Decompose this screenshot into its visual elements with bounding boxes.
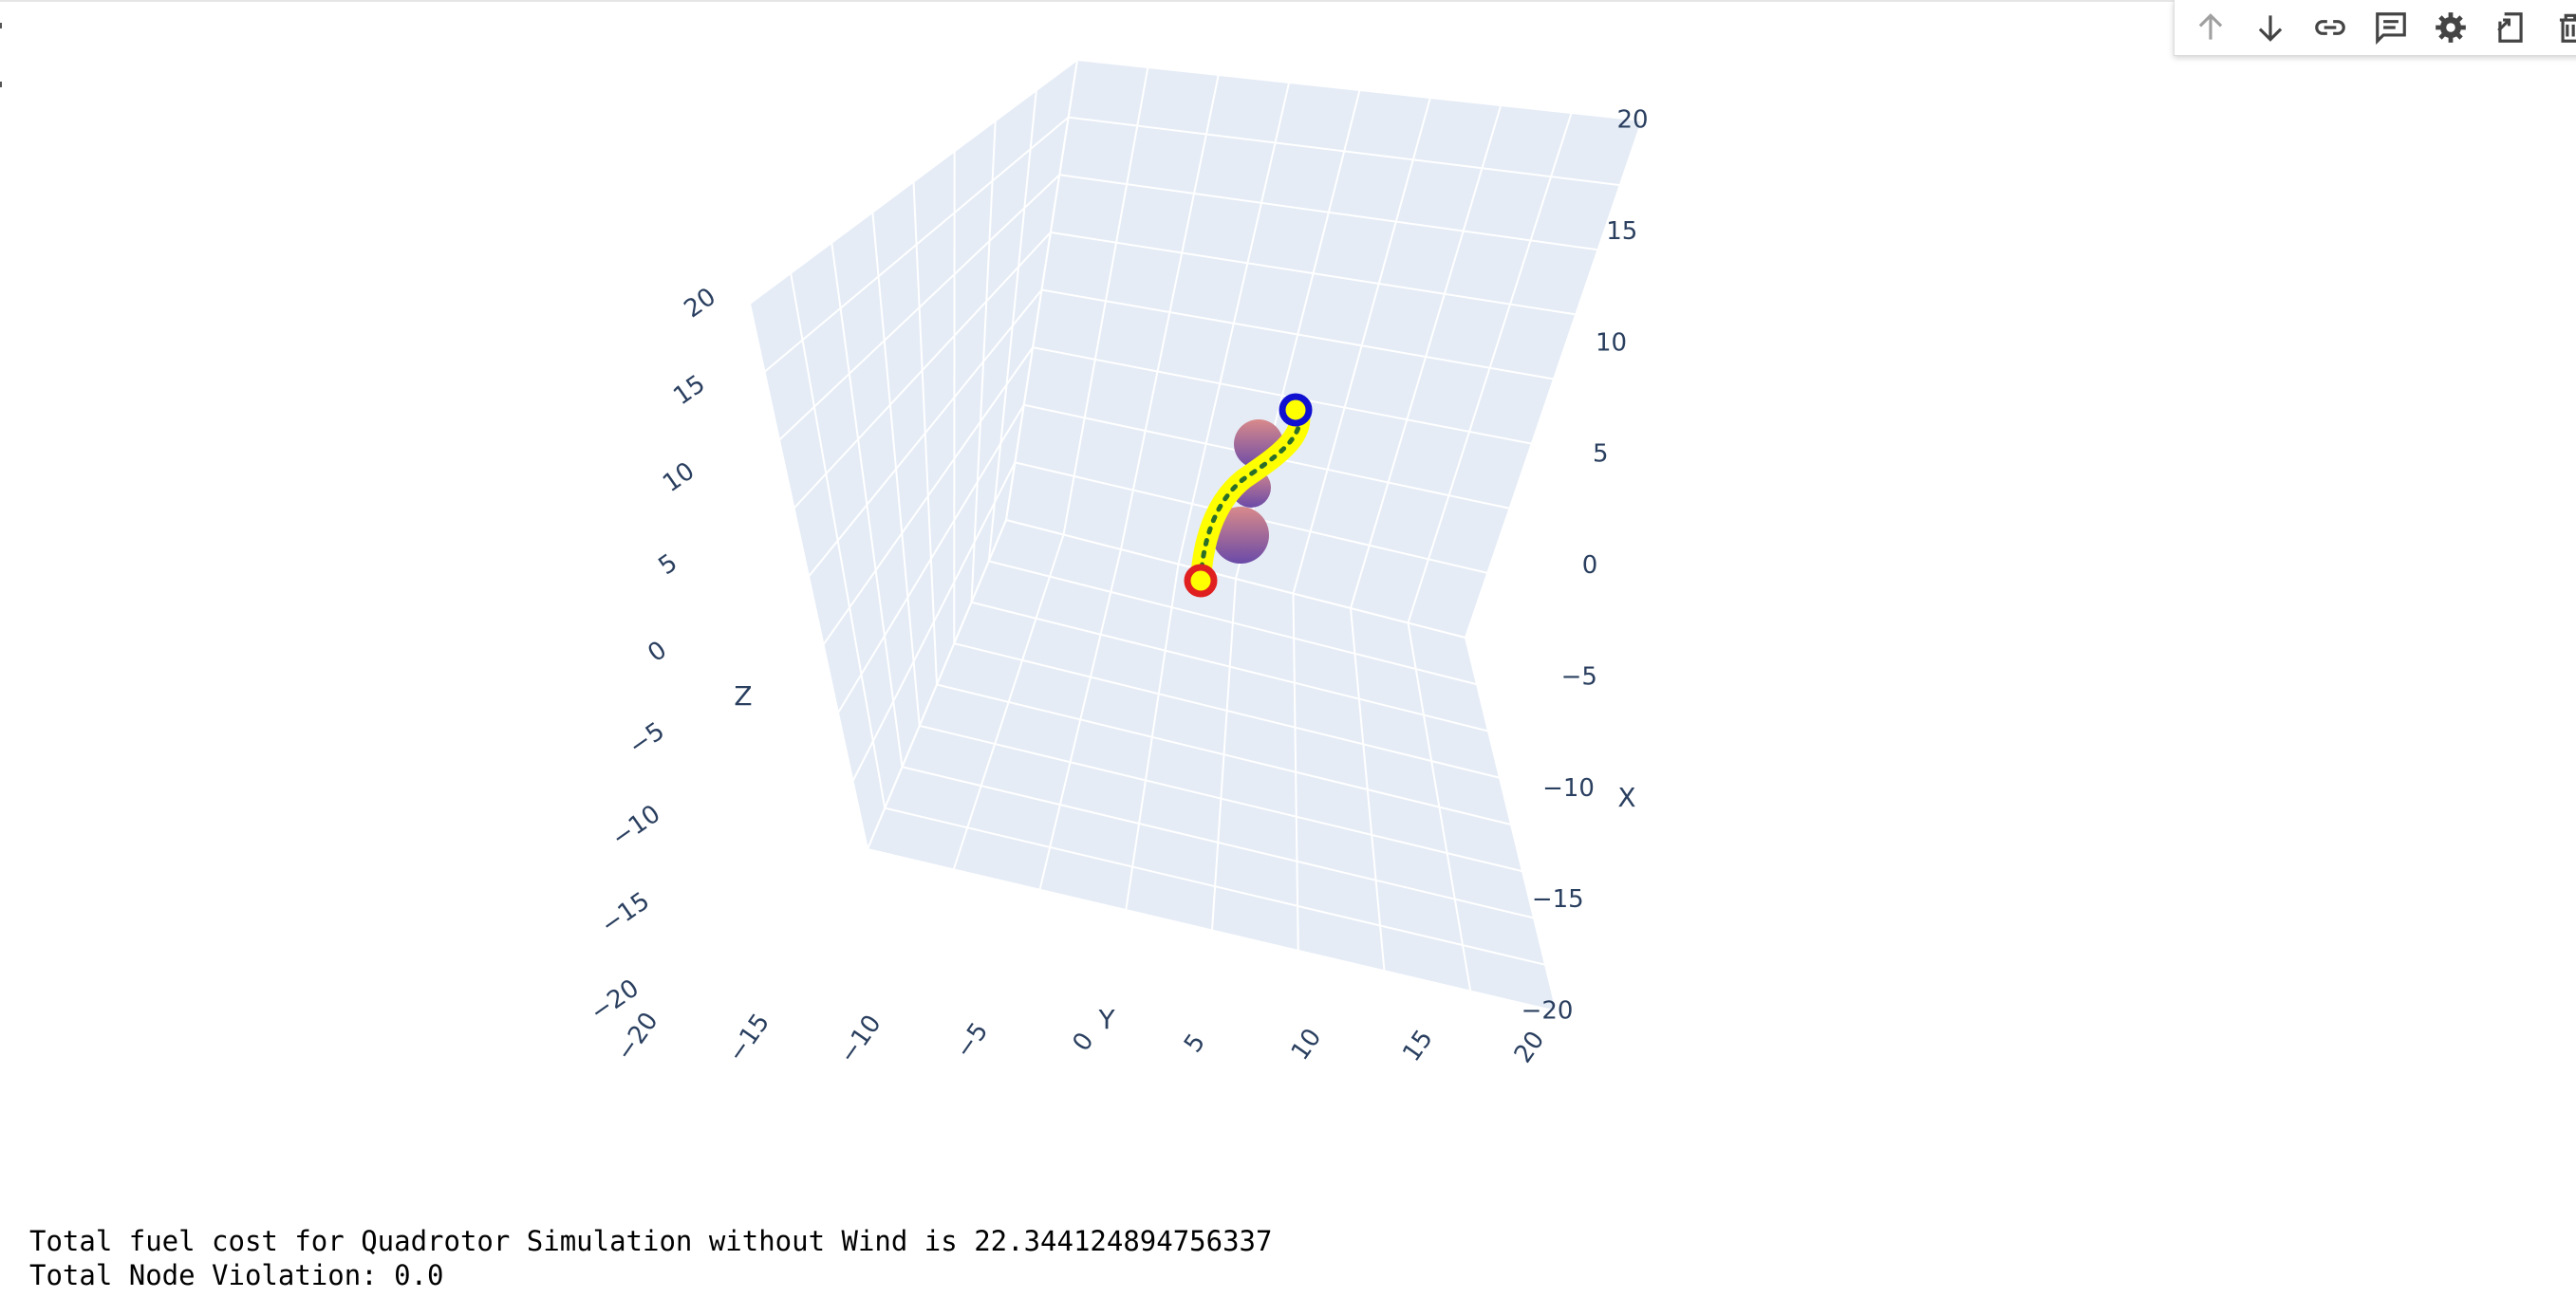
y-tick-label: 15 [1397,1025,1439,1066]
z-tick-label: 10 [658,457,700,499]
scene-3d [749,59,1643,1012]
plot-3d[interactable]: −20−15−10−505101520−20 −15 −10 −5 0 5 10 15 2020… [0,0,2576,1186]
z-tick-label: 15 [668,370,710,412]
x-axis-title: X [1617,782,1635,813]
x-tick-label: 5 [1593,440,1609,469]
z-tick-label: −10 [607,800,665,853]
z-tick-label: −15 [596,887,655,940]
x-tick-label: 0 [1582,551,1598,580]
x-tick-label: −5 [1561,662,1597,691]
x-tick-label: −15 [1532,885,1584,914]
z-tick-label: 5 [654,548,683,581]
y-tick-label: 20 [1509,1027,1551,1068]
y-axis-title: Y [1097,1004,1115,1035]
start-marker [1184,564,1218,598]
z-tick-label: 20 [680,283,721,324]
y-tick-label: −10 [834,1010,887,1068]
y-tick-label: 10 [1286,1024,1328,1066]
z-tick-label: 0 [643,636,672,668]
node-violation-line: Total Node Violation: 0.0 [29,1259,444,1291]
x-tick-label: 20 [1616,106,1648,135]
x-tick-label: 15 [1606,217,1637,246]
fuel-cost-line: Total fuel cost for Quadrotor Simulation… [29,1225,1273,1257]
x-tick-label: −10 [1542,774,1595,803]
y-tick-label: 0 [1068,1028,1100,1057]
goal-marker [1279,393,1313,427]
cell-output: Total fuel cost for Quadrotor Simulation… [29,1224,1272,1292]
y-tick-label: −5 [950,1018,995,1065]
y-tick-label: −20 [611,1008,664,1066]
x-tick-label: −20 [1521,997,1574,1026]
y-tick-label: −15 [722,1009,775,1067]
y-tick-label: 5 [1179,1029,1211,1058]
x-tick-label: 10 [1596,328,1627,357]
z-axis-title: Z [734,680,752,712]
z-tick-label: −5 [624,717,670,762]
